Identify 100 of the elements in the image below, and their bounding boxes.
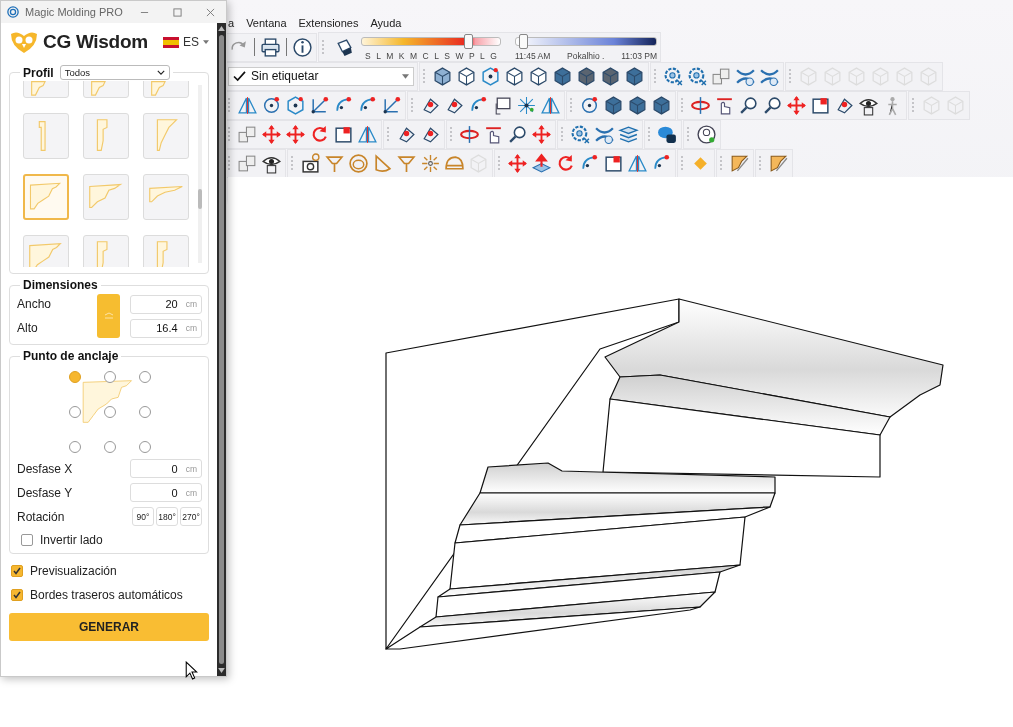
molding-profile-icon xyxy=(29,182,62,210)
mirror-triangle-icon[interactable] xyxy=(627,152,648,174)
month-letter: L xyxy=(376,50,381,61)
move-arrows-icon[interactable] xyxy=(786,94,807,116)
star-icon[interactable] xyxy=(516,94,537,116)
move-arrows-icon[interactable] xyxy=(531,123,552,145)
profile-tile[interactable] xyxy=(83,174,129,220)
orbit-icon[interactable] xyxy=(459,123,480,145)
language-selector[interactable]: ES xyxy=(183,35,199,49)
slider-thumb[interactable] xyxy=(463,33,473,49)
tag-dropdown[interactable]: Sin etiquetar xyxy=(228,66,414,86)
hexagon-icon[interactable] xyxy=(480,65,501,87)
cube-icon[interactable] xyxy=(603,94,624,116)
orbit-icon[interactable] xyxy=(690,94,711,116)
circle-icon[interactable] xyxy=(348,152,369,174)
printer-icon[interactable] xyxy=(260,36,281,58)
menu-item[interactable]: Ventana xyxy=(246,17,287,29)
number-field[interactable]: 20 cm xyxy=(130,294,202,314)
scroll-down-icon[interactable] xyxy=(218,668,225,673)
line-icon[interactable] xyxy=(309,94,330,116)
anchor-radio[interactable] xyxy=(138,371,151,383)
cube-icon[interactable] xyxy=(600,65,621,87)
window-title: Magic Molding PRO xyxy=(25,6,124,18)
magnifier-icon[interactable] xyxy=(762,94,783,116)
time-slider[interactable] xyxy=(515,36,657,46)
dropdown-arrow-icon[interactable] xyxy=(203,40,209,44)
checkbox-label[interactable]: Bordes traseros automáticos xyxy=(30,588,183,602)
slider-thumb[interactable] xyxy=(518,33,528,49)
profile-tile[interactable] xyxy=(143,174,189,220)
molding-profile-icon xyxy=(149,185,183,203)
gear-icon[interactable] xyxy=(570,123,591,145)
checkbox[interactable] xyxy=(11,565,23,577)
mirror-triangle-icon[interactable] xyxy=(237,94,258,116)
target-icon[interactable] xyxy=(579,94,600,116)
rotation-button[interactable]: 270° xyxy=(180,507,202,526)
close-icon[interactable] xyxy=(206,7,215,17)
cube-icon[interactable] xyxy=(651,94,672,116)
cube-icon[interactable] xyxy=(576,65,597,87)
anchor-radio[interactable] xyxy=(103,371,116,383)
scrollbar[interactable] xyxy=(217,23,226,676)
checkbox-label[interactable]: Previsualización xyxy=(30,564,117,578)
checkbox-label[interactable]: Invertir lado xyxy=(40,533,103,547)
layers-icon[interactable] xyxy=(618,123,639,145)
anchor-radio[interactable] xyxy=(68,371,81,383)
app-icon xyxy=(7,6,19,18)
rotation-button[interactable]: 90° xyxy=(132,507,154,526)
molding-profile-icon xyxy=(156,241,168,267)
cube-icon[interactable] xyxy=(552,65,573,87)
profile-tile[interactable] xyxy=(143,113,189,159)
generate-button[interactable]: GENERAR xyxy=(9,613,209,641)
menu-item[interactable]: a xyxy=(228,17,235,29)
sun-icon[interactable] xyxy=(420,152,441,174)
profile-tile[interactable] xyxy=(83,113,129,159)
scroll-up-icon[interactable] xyxy=(218,26,225,31)
user-icon[interactable] xyxy=(696,123,717,145)
arrow-up-icon[interactable] xyxy=(531,152,552,174)
month-letter: S xyxy=(444,50,450,61)
checkbox[interactable] xyxy=(11,589,23,601)
anchor-radio[interactable] xyxy=(68,441,81,453)
anchor-radio[interactable] xyxy=(68,406,81,418)
menu-item[interactable]: Extensiones xyxy=(298,17,359,29)
gear-icon[interactable] xyxy=(663,65,684,87)
move-arrows-icon[interactable] xyxy=(261,123,282,145)
menu-item[interactable]: Ayuda xyxy=(370,17,402,29)
magnifier-icon[interactable] xyxy=(507,123,528,145)
anchor-radio[interactable] xyxy=(138,406,151,418)
magnifier-icon[interactable] xyxy=(738,94,759,116)
profile-tile[interactable] xyxy=(23,113,69,159)
cube-icon[interactable] xyxy=(456,65,477,87)
line-icon[interactable] xyxy=(381,94,402,116)
number-field[interactable]: 0 cm xyxy=(130,459,202,478)
anchor-radio[interactable] xyxy=(138,441,151,453)
mirror-triangle-icon[interactable] xyxy=(357,123,378,145)
rotation-button[interactable]: 180° xyxy=(156,507,178,526)
move-arrows-icon[interactable] xyxy=(285,123,306,145)
cube-icon[interactable] xyxy=(627,94,648,116)
flag-icon[interactable] xyxy=(163,36,179,48)
cone-icon[interactable] xyxy=(372,152,393,174)
cube-icon[interactable] xyxy=(432,65,453,87)
cube-icon[interactable] xyxy=(528,65,549,87)
anchor-radio[interactable] xyxy=(103,406,116,418)
number-field[interactable]: 16.4 cm xyxy=(130,318,202,338)
section-title: Profil xyxy=(23,65,54,80)
month-letter: W xyxy=(455,50,464,61)
filter-select[interactable]: Todos xyxy=(59,65,170,80)
anchor-radio[interactable] xyxy=(103,441,116,453)
camera-icon[interactable] xyxy=(300,152,321,174)
mirror-triangle-icon[interactable] xyxy=(540,94,561,116)
maximize-icon[interactable] xyxy=(173,7,182,17)
cube-icon[interactable] xyxy=(624,65,645,87)
hexagon-icon[interactable] xyxy=(285,94,306,116)
number-field[interactable]: 0 cm xyxy=(130,483,202,502)
move-arrows-icon[interactable] xyxy=(507,152,528,174)
profile-tile[interactable] xyxy=(23,174,69,220)
target-icon[interactable] xyxy=(261,94,282,116)
info-icon[interactable] xyxy=(292,36,313,58)
checkbox[interactable] xyxy=(21,534,33,546)
shadow-slider[interactable] xyxy=(361,36,501,46)
cube-icon[interactable] xyxy=(504,65,525,87)
gear-icon[interactable] xyxy=(687,65,708,87)
